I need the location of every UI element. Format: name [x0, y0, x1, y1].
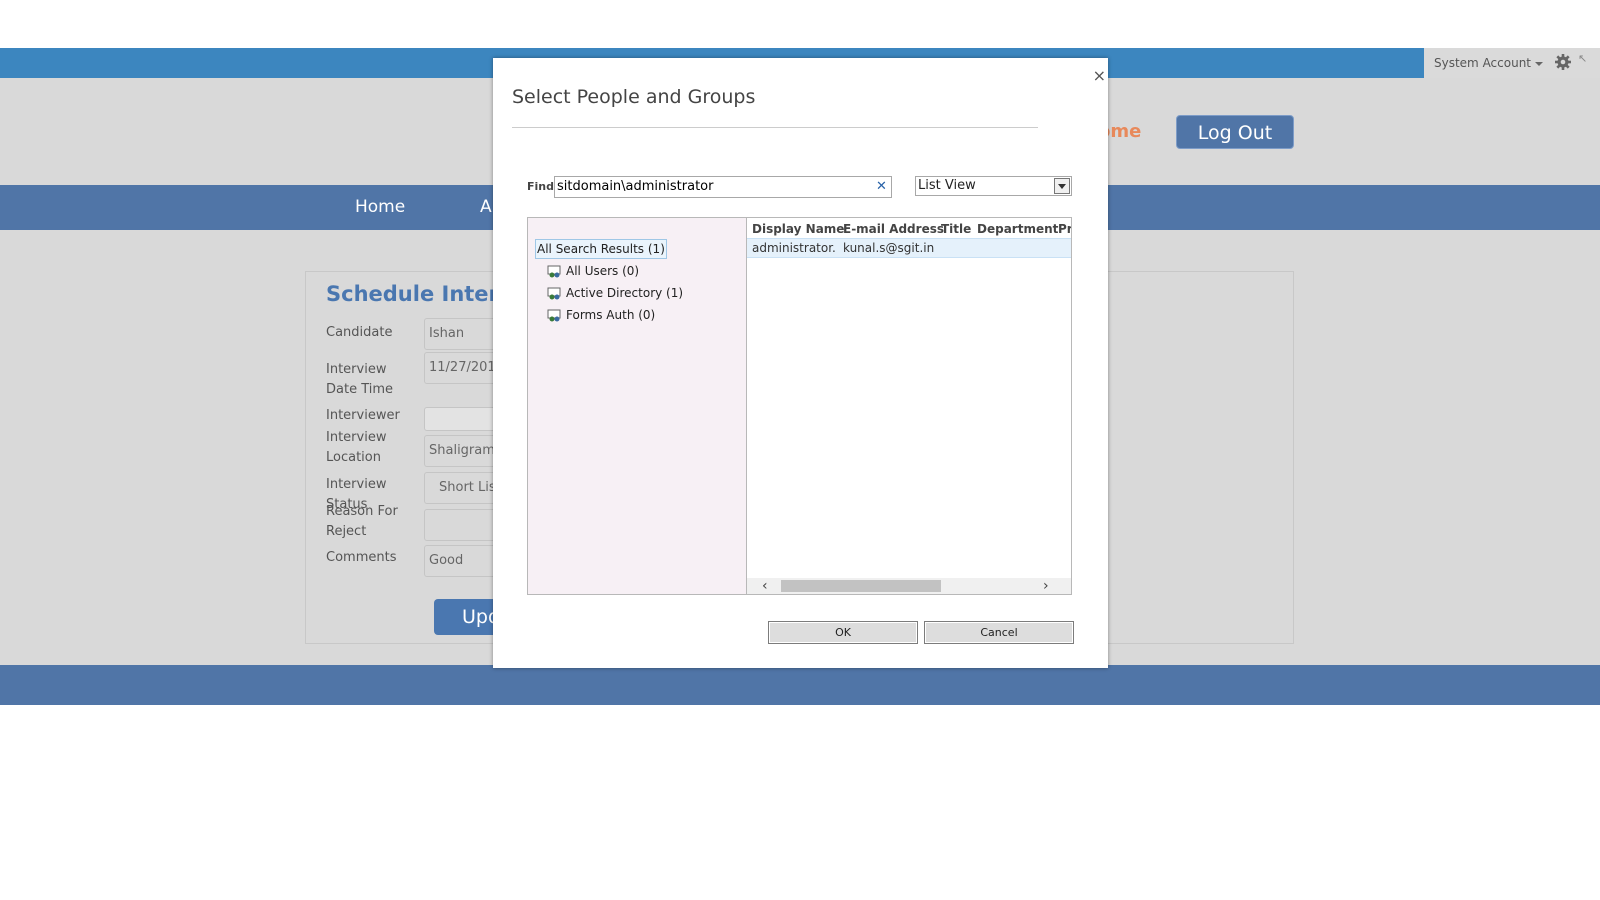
help-icon[interactable]: ↖	[1578, 52, 1587, 65]
tree-item-label: Active Directory (1)	[566, 286, 684, 300]
view-select-value: List View	[918, 178, 976, 193]
tree-item-all-users[interactable]: All Users (0)	[547, 264, 639, 279]
candidate-label: Candidate	[326, 325, 393, 340]
tree-item-label: Forms Auth (0)	[566, 308, 656, 322]
column-header-title[interactable]: Title	[941, 222, 971, 236]
column-header-department[interactable]: Department	[977, 222, 1058, 236]
comments-label: Comments	[326, 550, 397, 565]
system-account-label: System Account	[1434, 56, 1532, 70]
search-results-panel: All Search Results (1) All Users (0) Act…	[527, 217, 1072, 595]
clear-search-icon[interactable]: ✕	[876, 179, 887, 194]
reason-label: Reason For Reject	[326, 504, 398, 539]
column-header-email[interactable]: E-mail Address	[843, 222, 944, 236]
nav-item-a[interactable]: A	[480, 197, 492, 217]
ok-button[interactable]: OK	[768, 621, 918, 644]
footer-bar	[0, 665, 1600, 705]
nav-item-home[interactable]: Home	[355, 197, 405, 217]
dialog-title: Select People and Groups	[512, 86, 756, 108]
system-account-menu[interactable]: System Account	[1434, 56, 1544, 70]
interview-date-label: Interview Date Time	[326, 362, 394, 397]
scroll-right-icon[interactable]: ›	[1043, 578, 1049, 594]
cell-email[interactable]: kunal.s@sgit.in	[843, 241, 934, 255]
scroll-thumb[interactable]	[781, 580, 941, 592]
tree-item-label: All Users (0)	[566, 264, 640, 278]
column-header-display-name[interactable]: Display Name	[752, 222, 844, 236]
directory-icon	[547, 309, 561, 321]
cancel-button[interactable]: Cancel	[924, 621, 1074, 644]
close-icon[interactable]: ×	[1093, 68, 1106, 84]
tree-root-all-results[interactable]: All Search Results (1)	[535, 239, 667, 259]
interview-location-label: Interview Location	[326, 430, 387, 465]
find-label: Find	[527, 180, 554, 193]
chevron-down-icon	[1535, 61, 1544, 66]
title-divider	[512, 127, 1038, 128]
view-select[interactable]: List View	[915, 176, 1072, 196]
results-list: Display Name E-mail Address Title Depart…	[747, 218, 1071, 594]
horizontal-scrollbar[interactable]: ‹ ›	[747, 578, 1071, 594]
column-header-more[interactable]: Pr	[1058, 222, 1071, 236]
scroll-left-icon[interactable]: ‹	[762, 578, 768, 594]
directory-icon	[547, 265, 561, 277]
tree-item-forms-auth[interactable]: Forms Auth (0)	[547, 308, 655, 323]
dropdown-arrow-icon[interactable]	[1054, 178, 1070, 194]
find-input[interactable]: sitdomain\administrator	[554, 176, 892, 198]
logout-button[interactable]: Log Out	[1176, 115, 1294, 149]
tree-item-active-directory[interactable]: Active Directory (1)	[547, 286, 683, 301]
cell-display-name[interactable]: administrator.	[752, 241, 836, 255]
gear-icon[interactable]	[1554, 53, 1572, 71]
directory-icon	[547, 287, 561, 299]
results-tree: All Search Results (1) All Users (0) Act…	[528, 218, 747, 594]
user-panel: System Account ↖	[1424, 48, 1600, 78]
select-people-dialog: × Select People and Groups Find sitdomai…	[493, 58, 1108, 668]
interviewer-label: Interviewer	[326, 408, 400, 423]
